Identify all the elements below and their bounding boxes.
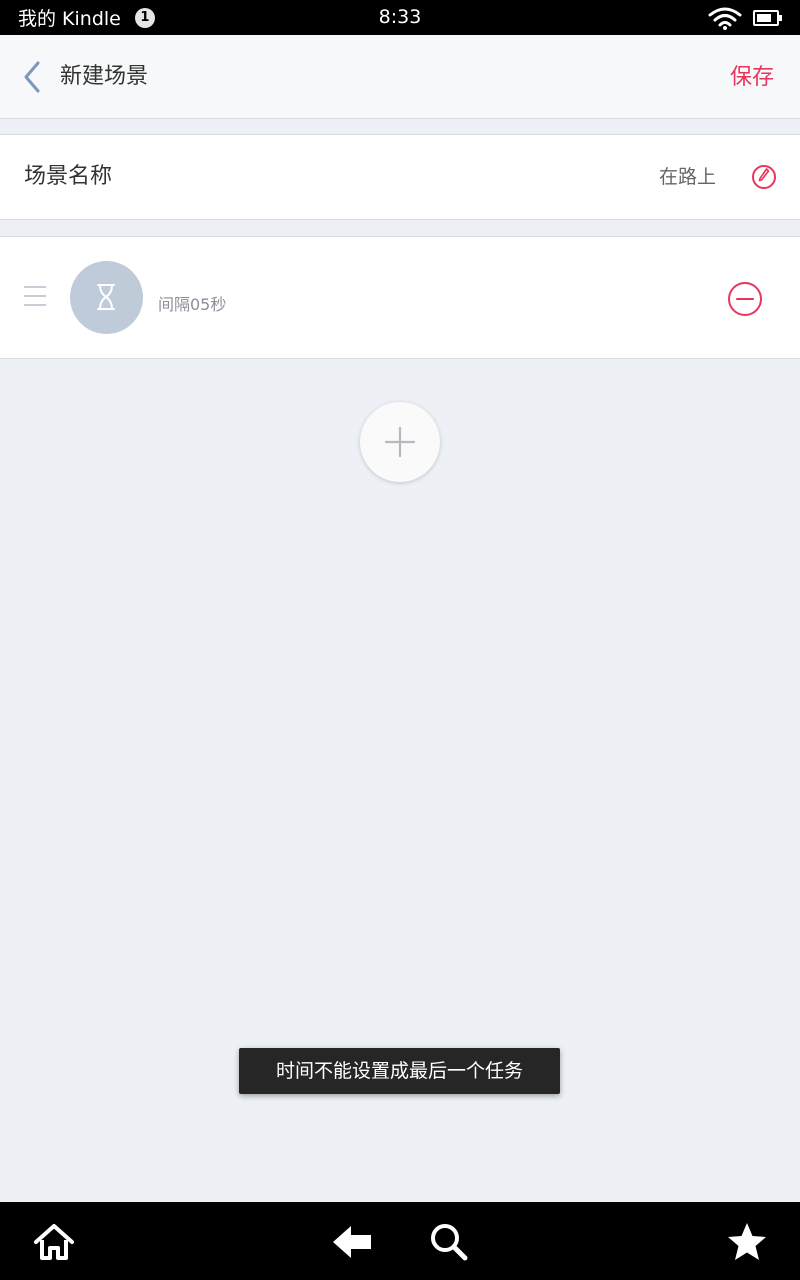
remove-icon[interactable] bbox=[727, 281, 763, 317]
scene-name-value: 在路上 bbox=[658, 166, 716, 188]
task-row[interactable]: 间隔05秒 bbox=[0, 236, 800, 359]
edit-icon[interactable] bbox=[751, 164, 777, 190]
toast-message: 时间不能设置成最后一个任务 bbox=[239, 1048, 560, 1094]
battery-icon bbox=[753, 10, 782, 26]
page-title: 新建场景 bbox=[60, 64, 149, 89]
status-bar: 我的 Kindle 1 8:33 bbox=[0, 0, 800, 35]
add-task-button[interactable] bbox=[360, 402, 440, 482]
nav-bar bbox=[0, 1202, 800, 1280]
star-icon[interactable] bbox=[725, 1220, 769, 1264]
wifi-icon bbox=[708, 7, 742, 30]
screen: 我的 Kindle 1 8:33 新建场景 保存 场景名称 在路上 间隔05秒 … bbox=[0, 0, 800, 1280]
task-label: 间隔05秒 bbox=[158, 295, 227, 314]
hourglass-icon bbox=[97, 284, 115, 310]
back-chevron-icon[interactable] bbox=[20, 59, 44, 95]
home-icon[interactable] bbox=[32, 1220, 76, 1264]
drag-handle-icon[interactable] bbox=[24, 286, 46, 308]
status-time: 8:33 bbox=[378, 6, 422, 28]
search-icon[interactable] bbox=[427, 1220, 471, 1264]
scene-name-row[interactable]: 场景名称 在路上 bbox=[0, 134, 800, 220]
header: 新建场景 保存 bbox=[0, 35, 800, 119]
task-avatar bbox=[70, 261, 143, 334]
save-button[interactable]: 保存 bbox=[730, 35, 774, 121]
plus-icon bbox=[385, 427, 415, 457]
back-arrow-icon[interactable] bbox=[331, 1220, 375, 1264]
scene-name-label: 场景名称 bbox=[24, 164, 113, 189]
